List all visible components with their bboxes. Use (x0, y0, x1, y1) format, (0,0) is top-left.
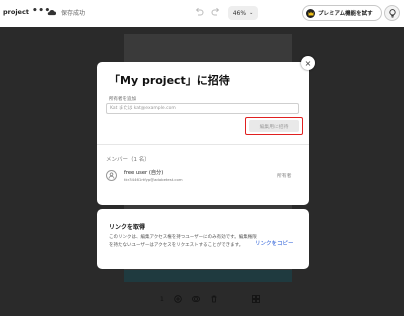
crown-icon (306, 8, 315, 18)
zoom-select[interactable]: 46% ⌄ (228, 6, 258, 20)
bottom-toolbar: 1 (150, 292, 270, 306)
premium-label: プレミアム機能を試す (318, 11, 373, 17)
get-link-description: このリンクは、編集アクセス権を持つユーザーにのみ有効です。編集権限を持たないユー… (109, 235, 257, 248)
undo-icon[interactable] (194, 7, 204, 17)
canvas-footer-band (124, 270, 292, 282)
grid-view-icon[interactable] (251, 295, 260, 303)
invite-email-input[interactable] (106, 103, 299, 114)
chevron-down-icon: ⌄ (249, 10, 254, 16)
copy-link-button[interactable]: リンクをコピー (255, 239, 294, 247)
member-email: tkr34461rtfyp@adobetest.com (124, 177, 183, 182)
user-icon (108, 172, 115, 179)
page-number[interactable]: 1 (160, 296, 164, 303)
try-premium-button[interactable]: プレミアム機能を試す (302, 5, 382, 21)
add-page-icon[interactable] (174, 295, 182, 303)
top-bar: project ••• 保存成功 46% ⌄ プレミアム機能を試す (0, 0, 404, 27)
zoom-value: 46% (232, 9, 247, 17)
redo-icon[interactable] (211, 7, 221, 17)
get-link-title: リンクを取得 (109, 224, 146, 231)
add-owner-label: 所有者を追加 (109, 97, 136, 102)
invite-dialog: 「My project」に招待 所有者を追加 編集用に招待 メンバー（1 名） … (97, 62, 309, 205)
lightbulb-icon (388, 8, 396, 17)
duplicate-page-icon[interactable] (191, 295, 200, 303)
divider (97, 144, 309, 145)
lightbulb-button[interactable] (384, 5, 400, 21)
dialog-title: 「My project」に招待 (109, 74, 230, 87)
delete-page-icon[interactable] (210, 295, 218, 303)
close-dialog-button[interactable]: × (301, 56, 315, 70)
cloud-icon (47, 10, 56, 16)
save-status: 保存成功 (61, 10, 86, 17)
invite-to-edit-button[interactable]: 編集用に招待 (249, 120, 299, 132)
members-heading: メンバー（1 名） (106, 157, 150, 163)
get-link-card: リンクを取得 このリンクは、編集アクセス権を持つユーザーにのみ有効です。編集権限… (97, 209, 309, 269)
member-name: free user (自分) (124, 170, 164, 176)
project-name[interactable]: project (3, 8, 29, 16)
member-role: 所有者 (277, 174, 292, 179)
avatar (106, 170, 117, 181)
